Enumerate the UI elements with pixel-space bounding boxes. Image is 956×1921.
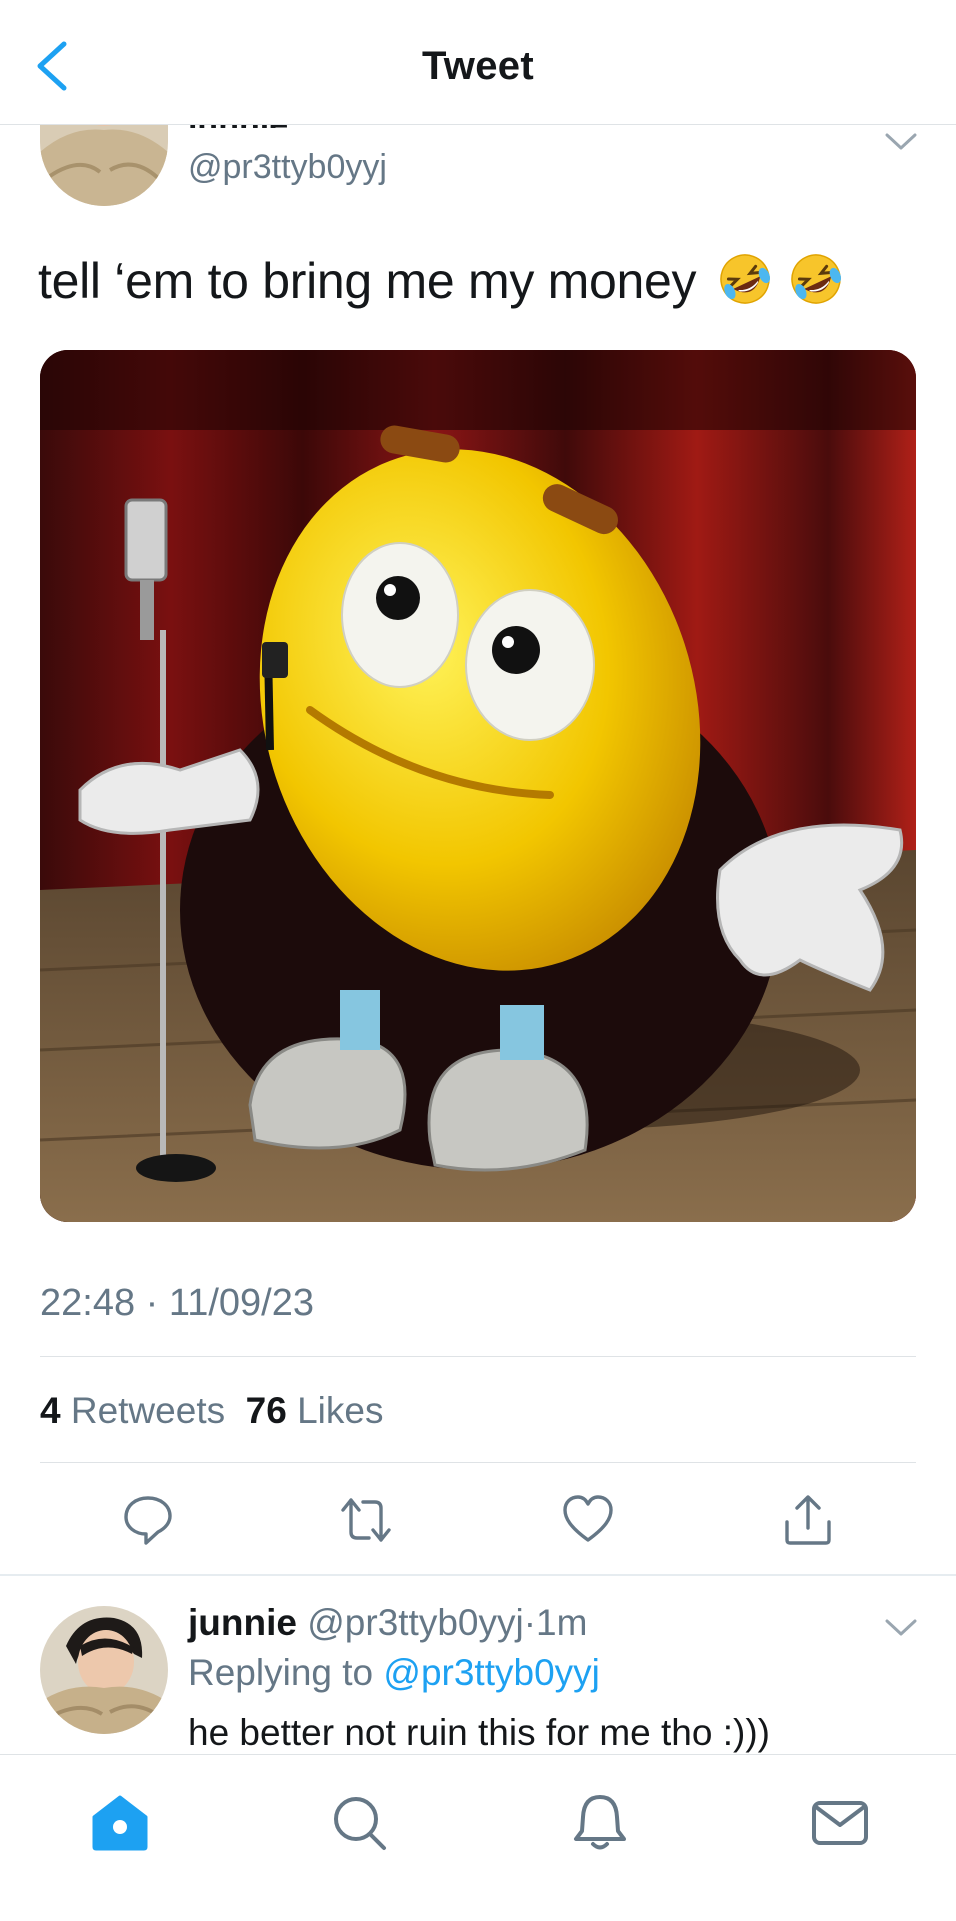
tweet-media-image[interactable] (40, 350, 916, 1222)
tweet-stats: 4 Retweets 76 Likes (40, 1390, 383, 1432)
replying-to-label: Replying to (188, 1652, 374, 1693)
likes-count[interactable]: 76 (246, 1390, 287, 1431)
timestamp-separator: · (145, 1282, 159, 1324)
divider (40, 1356, 916, 1357)
messages-icon[interactable] (808, 1791, 872, 1855)
tweet-date: 11/09/23 (168, 1282, 314, 1324)
likes-label[interactable]: Likes (297, 1390, 383, 1431)
reply-author-name[interactable]: junnie (188, 1602, 297, 1643)
replying-to-handle[interactable]: @pr3ttyb0yyj (383, 1652, 599, 1693)
notifications-icon[interactable] (568, 1791, 632, 1855)
share-icon[interactable] (780, 1492, 836, 1548)
reply-separator: · (523, 1602, 537, 1643)
reply-header: junnie @pr3ttyb0yyj·1m (188, 1602, 587, 1644)
chevron-down-icon[interactable] (884, 1618, 918, 1638)
divider (40, 1462, 916, 1463)
search-icon[interactable] (328, 1791, 392, 1855)
page-title: Tweet (422, 44, 534, 88)
chevron-down-icon[interactable] (884, 132, 918, 152)
top-bar: Tweet (0, 0, 956, 125)
tweet-time: 22:48 (40, 1282, 136, 1324)
section-separator (0, 1574, 956, 1576)
reply-author-handle[interactable]: @pr3ttyb0yyj (307, 1602, 523, 1643)
author-handle[interactable]: @pr3ttyb0yyj (188, 148, 387, 187)
rolling-laughing-emoji-icon (791, 254, 842, 304)
rolling-laughing-emoji-icon (720, 254, 770, 304)
reply-avatar[interactable] (40, 1606, 168, 1734)
tweet-text: tell ‘em to bring me my money (38, 252, 843, 310)
reply-icon[interactable] (120, 1492, 176, 1548)
bottom-tab-bar (0, 1754, 956, 1921)
reply-text: he better not ruin this for me tho :))) (188, 1712, 770, 1753)
home-icon[interactable] (88, 1791, 152, 1855)
reply-age: 1m (536, 1602, 588, 1643)
retweets-count[interactable]: 4 (40, 1390, 61, 1431)
tweet-timestamp: 22:48 · 11/09/23 (40, 1282, 314, 1325)
tweet-text-body: tell ‘em to bring me my money (38, 253, 697, 309)
retweet-icon[interactable] (338, 1492, 394, 1548)
retweets-label[interactable]: Retweets (71, 1390, 225, 1431)
replying-to: Replying to @pr3ttyb0yyj (188, 1652, 600, 1694)
like-icon[interactable] (560, 1492, 616, 1548)
